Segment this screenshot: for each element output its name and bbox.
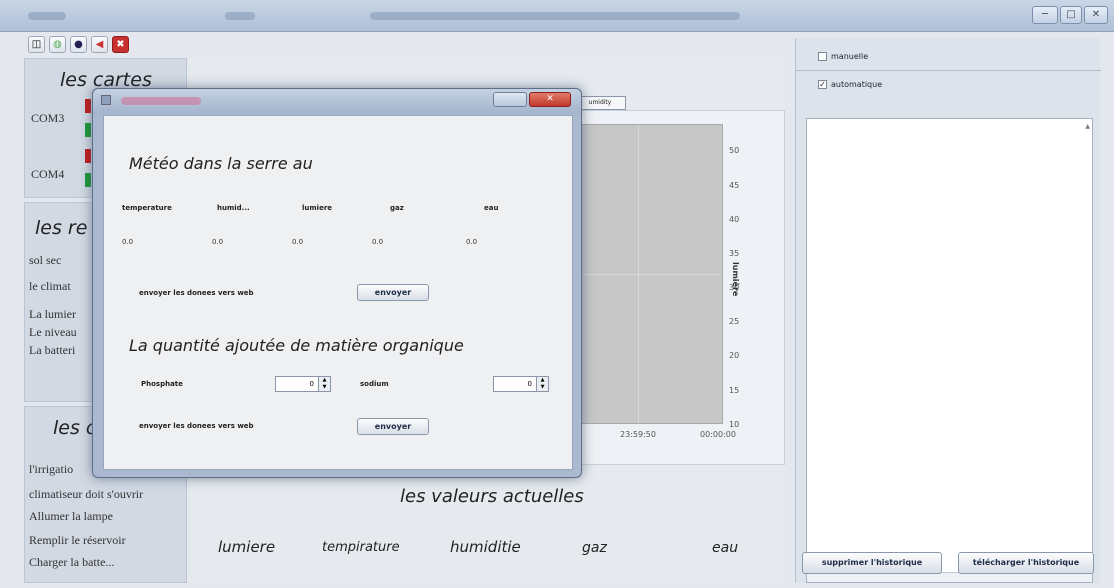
current-label-water: eau [712, 540, 739, 556]
sensor-value: 0.0 [372, 238, 384, 246]
window-title-blurred [28, 12, 66, 20]
app-icon [101, 95, 111, 105]
current-label-light: lumiere [218, 538, 276, 556]
manual-label: manuelle [831, 52, 869, 61]
checkbox-box[interactable] [818, 52, 827, 61]
commands-title: les c [53, 417, 97, 439]
y-tick-label: 20 [729, 351, 740, 360]
dialog-close-button[interactable]: ✕ [529, 92, 571, 107]
sensor-value: 0.0 [122, 238, 134, 246]
y-axis-label: lumière [731, 262, 740, 297]
window-title-blurred [370, 12, 740, 20]
right-panel: manuelle ✓ automatique ▲ ▼ supprimer l'h… [795, 38, 1101, 583]
divider [796, 70, 1101, 71]
port-com3[interactable]: COM3 [31, 111, 64, 126]
y-tick-label: 15 [729, 386, 740, 395]
auto-label: automatique [831, 80, 883, 89]
spinner-arrows-icon[interactable]: ▲ ▼ [318, 377, 330, 391]
sensor-label: gaz [390, 204, 404, 212]
y-tick-label: 25 [729, 317, 740, 326]
dialog-minmax-button[interactable] [493, 92, 527, 107]
readings-title: les re [35, 217, 88, 239]
toolbar: ◫ ◍ ● ◀ ✖ [28, 36, 129, 53]
record-icon[interactable]: ● [70, 36, 87, 53]
dialog-titlebar: ✕ [93, 89, 581, 114]
reading-item: Le niveau [29, 325, 77, 339]
current-label-humidity: humiditie [450, 538, 521, 556]
history-list[interactable]: ▲ ▼ [806, 118, 1093, 583]
window-title-blurred [225, 12, 255, 20]
action-item[interactable]: Allumer la lampe [29, 509, 113, 524]
y-tick-label: 50 [729, 146, 740, 155]
reading-item: le climat [29, 279, 71, 293]
y-tick-label: 35 [729, 249, 740, 258]
minimize-button[interactable]: ─ [1032, 6, 1058, 24]
delete-history-button[interactable]: supprimer l'historique [802, 552, 942, 574]
maximize-button[interactable]: □ [1060, 6, 1082, 24]
phosphate-spinner[interactable]: 0 ▲ ▼ [275, 376, 331, 392]
status-bar [85, 99, 91, 113]
status-bar [85, 123, 91, 137]
manual-checkbox[interactable]: manuelle [818, 52, 868, 61]
send-button-2[interactable]: envoyer [357, 418, 429, 435]
checkbox-box[interactable]: ✓ [818, 80, 827, 89]
auto-checkbox[interactable]: ✓ automatique [818, 80, 882, 89]
sensor-label: eau [484, 204, 499, 212]
download-history-button[interactable]: télécharger l'historique [958, 552, 1094, 574]
phosphate-label: Phosphate [141, 380, 183, 388]
phosphate-value: 0 [309, 380, 314, 388]
sodium-value: 0 [527, 380, 532, 388]
refresh-icon[interactable]: ◍ [49, 36, 66, 53]
send-web-label-2: envoyer les donees vers web [139, 422, 254, 430]
action-item[interactable]: l'irrigatio [29, 462, 73, 477]
grid-line [576, 274, 722, 275]
reading-item: La batteri [29, 343, 76, 357]
y-tick-label: 45 [729, 181, 740, 190]
reading-item: La lumier [29, 307, 76, 321]
sensor-label: temperature [122, 204, 172, 212]
action-item[interactable]: climatiseur doit s'ouvrir [29, 487, 143, 502]
status-bar [85, 149, 91, 163]
x-tick-label: 00:00:00 [700, 430, 736, 439]
action-item[interactable]: Remplir le réservoir [29, 533, 126, 548]
port-com4[interactable]: COM4 [31, 167, 64, 182]
sensor-value: 0.0 [292, 238, 304, 246]
spinner-arrows-icon[interactable]: ▲ ▼ [536, 377, 548, 391]
sodium-spinner[interactable]: 0 ▲ ▼ [493, 376, 549, 392]
sensor-value: 0.0 [466, 238, 478, 246]
current-values-title: les valeurs actuelles [400, 486, 584, 507]
dialog-body: Météo dans la serre au temperature humid… [103, 115, 573, 470]
sound-icon[interactable]: ◀ [91, 36, 108, 53]
window-titlebar: ─ □ ✕ [0, 0, 1114, 32]
close-button[interactable]: ✕ [1084, 6, 1108, 24]
weather-dialog: ✕ Météo dans la serre au temperature hum… [92, 88, 582, 478]
organic-heading: La quantité ajoutée de matière organique [129, 336, 464, 355]
current-label-gas: gaz [582, 540, 607, 556]
weather-heading: Météo dans la serre au [129, 154, 313, 173]
x-tick-label: 23:59:50 [620, 430, 656, 439]
current-label-temperature: tempirature [322, 540, 400, 555]
stop-icon[interactable]: ✖ [112, 36, 129, 53]
action-item[interactable]: Charger la batte... [29, 555, 114, 570]
sensor-value: 0.0 [212, 238, 224, 246]
sodium-label: sodium [360, 380, 389, 388]
reading-item: sol sec [29, 253, 62, 267]
send-web-label: envoyer les donees vers web [139, 289, 254, 297]
y-tick-label: 10 [729, 420, 740, 429]
y-tick-label: 40 [729, 215, 740, 224]
chart-plot-area [575, 124, 723, 424]
status-bar [85, 173, 91, 187]
scroll-up-icon[interactable]: ▲ [1085, 123, 1090, 130]
dialog-title-blurred [121, 97, 201, 105]
send-button[interactable]: envoyer [357, 284, 429, 301]
new-icon[interactable]: ◫ [28, 36, 45, 53]
sensor-label: humid... [217, 204, 250, 212]
sensor-label: lumiere [302, 204, 333, 212]
